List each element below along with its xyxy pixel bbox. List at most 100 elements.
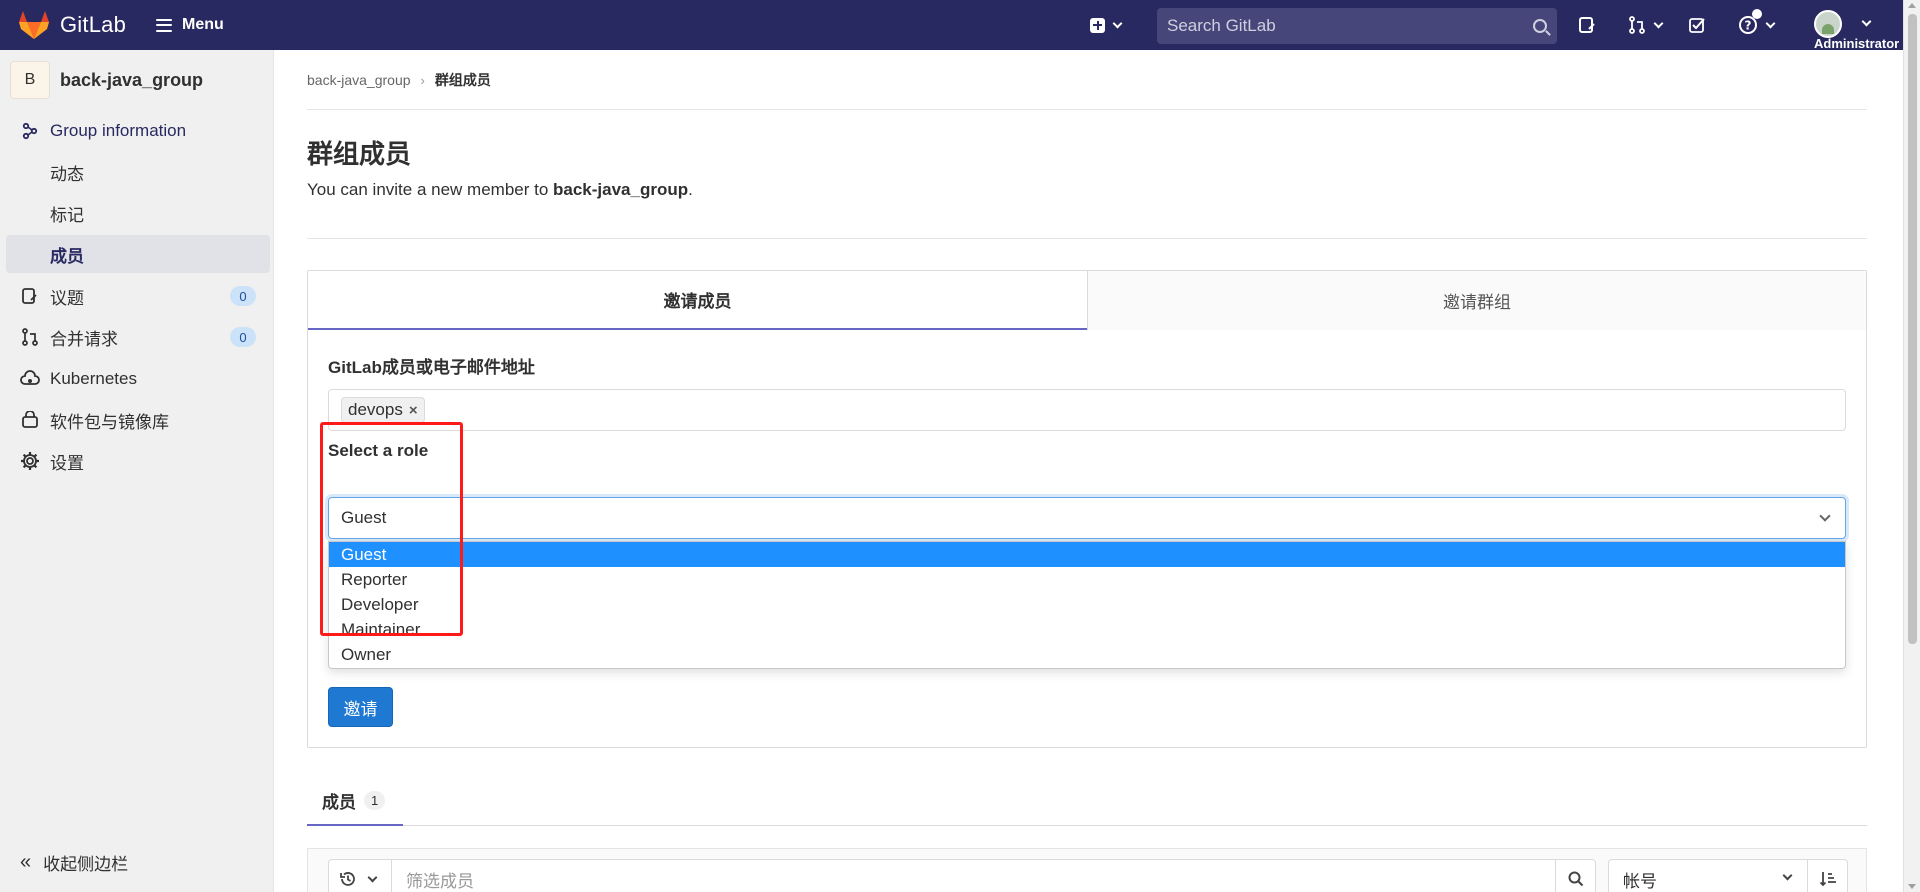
tab-members-label: 成员 <box>322 792 356 812</box>
scroll-down-arrow-icon[interactable] <box>1908 884 1916 889</box>
create-new-dropdown[interactable] <box>1090 17 1123 33</box>
notification-dot-icon <box>1752 9 1762 19</box>
invite-description-suffix: . <box>688 180 693 199</box>
sidebar-item-settings[interactable]: 设置 <box>0 442 274 480</box>
member-token-input[interactable]: devops × <box>328 389 1846 431</box>
page-title: 群组成员 <box>307 139 412 169</box>
top-right-tools <box>1090 0 1123 50</box>
invite-panel: 邀请成员 邀请群组 GitLab成员或电子邮件地址 devops × Selec… <box>307 270 1867 748</box>
issues-icon <box>20 286 40 306</box>
sort-direction-button[interactable] <box>1808 859 1848 892</box>
menu-button[interactable]: Menu <box>156 16 224 34</box>
sidebar-item-labels[interactable]: 标记 <box>6 194 270 232</box>
help-dropdown[interactable]: ? <box>1738 9 1776 35</box>
issues-nav-button[interactable] <box>1578 16 1596 34</box>
chevron-down-icon <box>1112 18 1123 28</box>
filter-search-button[interactable] <box>1556 859 1596 892</box>
sidebar-item-label: 动态 <box>50 164 84 184</box>
invite-description-prefix: You can invite a new member to <box>307 180 554 199</box>
svg-text:?: ? <box>1745 19 1752 33</box>
sidebar-item-merge-requests[interactable]: 合并请求 0 <box>0 318 274 356</box>
sidebar-item-group-information[interactable]: Group information <box>0 112 274 150</box>
invite-description-group: back-java_group <box>553 180 689 199</box>
search-icon <box>1533 19 1547 33</box>
role-option-owner[interactable]: Owner <box>329 642 1845 667</box>
tab-invite-group[interactable]: 邀请群组 <box>1087 271 1866 330</box>
search-icon <box>1568 871 1583 887</box>
sidebar-item-label: 标记 <box>50 205 84 225</box>
filter-members-input[interactable]: 筛选成员 <box>392 859 1556 892</box>
group-avatar: B <box>10 61 50 99</box>
sidebar-item-label: Group information <box>50 121 187 140</box>
chevron-down-icon <box>1819 510 1831 522</box>
breadcrumb-current[interactable]: 群组成员 <box>435 70 491 90</box>
scroll-up-arrow-icon[interactable] <box>1908 3 1916 8</box>
sidebar-group-header[interactable]: B back-java_group <box>10 61 203 99</box>
role-option-guest[interactable]: Guest <box>329 542 1845 567</box>
merge-requests-count-badge: 0 <box>230 327 256 347</box>
top-icon-group: ? <box>1578 0 1806 50</box>
annotation-highlight-box <box>320 422 463 636</box>
menu-label: Menu <box>182 16 224 33</box>
avatar <box>1814 10 1842 38</box>
member-token: devops × <box>341 397 425 423</box>
role-option-developer[interactable]: Developer <box>329 592 1845 617</box>
sidebar-item-label: 软件包与镜像库 <box>50 412 169 432</box>
group-info-icon <box>20 121 40 141</box>
members-count-badge: 1 <box>364 790 386 810</box>
merge-request-icon <box>20 327 40 347</box>
gitlab-home-link[interactable]: GitLab <box>18 0 126 50</box>
role-option-maintainer[interactable]: Maintainer <box>329 617 1845 642</box>
sidebar-item-packages-registries[interactable]: 软件包与镜像库 <box>0 401 274 439</box>
search-input[interactable] <box>1167 16 1533 36</box>
sort-lowest-icon <box>1819 872 1836 887</box>
chevron-down-icon <box>1765 18 1776 28</box>
member-field-label: GitLab成员或电子邮件地址 <box>328 358 535 377</box>
sidebar-item-members[interactable]: 成员 <box>6 235 270 273</box>
role-option-reporter[interactable]: Reporter <box>329 567 1845 592</box>
chevron-down-icon <box>367 872 378 882</box>
double-chevron-left-icon: « <box>20 851 32 873</box>
sort-select[interactable]: 帐号 <box>1608 859 1808 892</box>
sidebar-item-label: 设置 <box>50 453 84 473</box>
role-dropdown-list: Guest Reporter Developer Maintainer Owne… <box>328 541 1846 669</box>
collapse-sidebar-label: 收起侧边栏 <box>43 855 129 874</box>
sidebar-item-kubernetes[interactable]: Kubernetes <box>0 360 274 398</box>
issues-count-badge: 0 <box>230 286 256 306</box>
page-scrollbar[interactable] <box>1903 0 1920 892</box>
role-select[interactable]: Guest <box>328 497 1846 539</box>
plus-square-icon <box>1090 17 1105 33</box>
scrollbar-thumb[interactable] <box>1908 14 1917 644</box>
tab-invite-member[interactable]: 邀请成员 <box>308 271 1087 330</box>
recent-searches-dropdown[interactable] <box>328 859 392 892</box>
history-icon <box>340 872 355 886</box>
user-name: Administrator <box>1814 36 1900 51</box>
merge-request-icon <box>1629 16 1645 34</box>
invite-description: You can invite a new member to back-java… <box>307 180 693 200</box>
tab-members[interactable]: 成员 1 <box>307 776 403 826</box>
merge-requests-nav-button[interactable] <box>1628 16 1664 34</box>
package-icon <box>20 410 40 430</box>
chevron-down-icon <box>1861 16 1872 27</box>
issues-icon <box>1579 17 1595 33</box>
gear-icon <box>20 451 40 471</box>
sidebar-item-activity[interactable]: 动态 <box>6 153 270 191</box>
remove-token-icon[interactable]: × <box>409 402 418 419</box>
invite-tabs: 邀请成员 邀请群组 <box>308 271 1866 330</box>
sidebar-item-issues[interactable]: 议题 0 <box>0 277 274 315</box>
breadcrumb-group-link[interactable]: back-java_group <box>307 72 411 88</box>
todo-check-icon <box>1689 18 1705 33</box>
collapse-sidebar-button[interactable]: « 收起侧边栏 <box>20 850 128 875</box>
group-name: back-java_group <box>60 69 204 90</box>
todos-nav-button[interactable] <box>1688 16 1706 34</box>
cloud-gear-icon <box>20 369 40 389</box>
global-search[interactable] <box>1157 8 1557 44</box>
gitlab-logo-icon <box>19 11 49 39</box>
sidebar-item-label: Kubernetes <box>50 369 137 388</box>
member-token-label: devops <box>348 400 403 419</box>
chevron-down-icon <box>1782 870 1793 881</box>
members-tabs: 成员 1 <box>307 776 1867 826</box>
top-navbar: GitLab Menu ? Adminis <box>0 0 1920 51</box>
invite-button[interactable]: 邀请 <box>328 687 393 727</box>
breadcrumb: back-java_group › 群组成员 <box>307 70 491 90</box>
